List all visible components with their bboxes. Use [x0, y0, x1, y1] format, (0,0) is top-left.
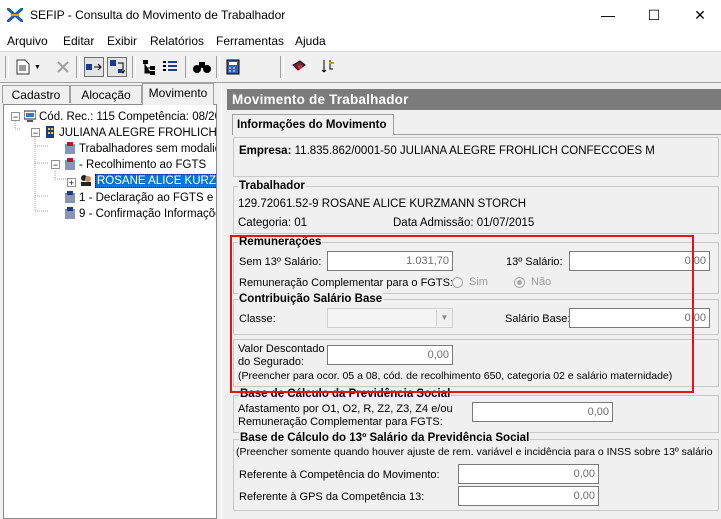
tree-company-label: JULIANA ALEGRE FROHLICH — [59, 127, 217, 139]
toolbar-separator — [132, 56, 136, 78]
minimize-button[interactable]: — — [585, 0, 631, 31]
move-right-icon[interactable] — [84, 57, 104, 77]
toolbar: ▼ — [0, 52, 721, 83]
expand-icon[interactable]: + — [67, 178, 76, 188]
binoculars-icon[interactable] — [192, 57, 212, 77]
menu-relatorios[interactable]: Relatórios — [150, 34, 204, 48]
toolbar-separator — [280, 56, 284, 78]
base-13-note: (Preencher somente quando houver ajuste … — [236, 446, 713, 458]
folder-book-icon — [65, 191, 75, 203]
computer-icon — [24, 110, 36, 122]
afastamento-label-1: Afastamento por O1, O2, R, Z2, Z3, Z4 e/… — [238, 403, 453, 415]
window-title: SEFIP - Consulta do Movimento de Trabalh… — [30, 8, 286, 22]
calculator-icon[interactable] — [223, 57, 243, 77]
ref-competencia-label: Referente à Competência do Movimento: — [239, 469, 440, 481]
toolbar-separator — [5, 56, 9, 78]
tree-selected-worker-item[interactable]: ROSANE ALICE KURZ — [80, 174, 216, 188]
tree-confirmacao-item[interactable]: 9 - Confirmação Informaçõe — [64, 207, 217, 221]
new-doc-icon[interactable] — [13, 57, 33, 77]
base-13-title: Base de Cálculo do 13º Salário da Previd… — [239, 432, 531, 444]
move-down-icon[interactable] — [107, 57, 127, 77]
tree-company-item[interactable]: JULIANA ALEGRE FROHLICH — [44, 126, 217, 140]
menu-bar: Arquivo Editar Exibir Relatórios Ferrame… — [0, 31, 721, 52]
tab-alocacao[interactable]: Alocação — [70, 85, 142, 103]
book-icon[interactable] — [289, 57, 309, 77]
trabalhador-value: 129.72061.52-9 ROSANE ALICE KURZMANN STO… — [238, 198, 527, 210]
toolbar-separator — [185, 56, 189, 78]
tree-root-label: Cód. Rec.: 115 Competência: 08/20 — [39, 111, 217, 123]
tab-baseline — [394, 134, 721, 135]
toolbar-separator — [76, 56, 80, 78]
ref-gps-field[interactable]: 0,00 — [458, 486, 599, 506]
afastamento-field[interactable]: 0,00 — [472, 402, 613, 422]
data-admissao-text: Data Admissão: 01/07/2015 — [393, 217, 535, 229]
menu-ferramentas[interactable]: Ferramentas — [216, 34, 284, 48]
movement-tree: − Cód. Rec.: 115 Competência: 08/20 − JU… — [3, 104, 217, 519]
empresa-label: Empresa: — [239, 145, 292, 157]
dropdown-arrow-icon[interactable]: ▼ — [34, 64, 41, 71]
trabalhador-title: Trabalhador — [238, 180, 306, 192]
menu-exibir[interactable]: Exibir — [107, 34, 137, 48]
tree-recolhimento-item[interactable]: - Recolhimento ao FGTS — [64, 158, 206, 172]
tree-declaracao-item[interactable]: 1 - Declaração ao FGTS e . — [64, 191, 217, 205]
delete-icon[interactable] — [53, 57, 73, 77]
ref-competencia-field[interactable]: 0,00 — [458, 464, 599, 484]
tree-root-item[interactable]: Cód. Rec.: 115 Competência: 08/20 — [24, 110, 217, 124]
tab-cadastro[interactable]: Cadastro — [2, 85, 70, 103]
menu-editar[interactable]: Editar — [63, 34, 94, 48]
tree-selected-worker-label: ROSANE ALICE KURZ — [95, 174, 216, 188]
building-icon — [46, 126, 54, 138]
folder-book-icon — [65, 158, 75, 170]
tab-informacoes-movimento[interactable]: Informações do Movimento — [232, 114, 394, 135]
toolbar-separator — [216, 56, 220, 78]
folder-book-icon — [65, 142, 75, 154]
people-icon — [81, 175, 91, 186]
sefip-app-icon — [7, 8, 23, 22]
collapse-icon[interactable]: − — [11, 112, 20, 122]
ref-gps-label: Referente à GPS da Competência 13: — [239, 491, 425, 503]
menu-arquivo[interactable]: Arquivo — [7, 34, 48, 48]
tab-movimento[interactable]: Movimento — [142, 83, 214, 105]
categoria-text: Categoria: 01 — [238, 217, 308, 229]
tree-recolhimento-label: - Recolhimento ao FGTS — [79, 159, 207, 171]
empresa-row: Empresa: 11.835.862/0001-50 JULIANA ALEG… — [239, 145, 655, 157]
highlight-rectangle — [230, 235, 694, 393]
tree-declaracao-label: 1 - Declaração ao FGTS e . — [79, 192, 217, 204]
collapse-icon[interactable]: − — [31, 128, 40, 138]
empresa-value: 11.835.862/0001-50 JULIANA ALEGRE FROHLI… — [294, 145, 655, 157]
tree-confirmacao-label: 9 - Confirmação Informaçõe — [79, 208, 217, 220]
maximize-button[interactable]: ☐ — [631, 0, 677, 31]
collapse-icon[interactable]: − — [51, 160, 60, 170]
import-icon[interactable] — [318, 57, 338, 77]
afastamento-label-2: Remuneração Complementar para FGTS: — [238, 416, 443, 428]
empresa-box — [233, 137, 719, 177]
close-button[interactable]: ✕ — [677, 0, 721, 31]
list-icon[interactable] — [160, 57, 180, 77]
menu-ajuda[interactable]: Ajuda — [295, 34, 326, 48]
tree-workers-without-label: Trabalhadores sem modalid — [79, 143, 217, 155]
folder-book-icon — [65, 207, 75, 219]
panel-header-title: Movimento de Trabalhador — [232, 92, 409, 107]
tree-icon[interactable] — [139, 57, 159, 77]
tree-workers-without-item[interactable]: Trabalhadores sem modalid — [64, 142, 217, 156]
title-bar: SEFIP - Consulta do Movimento de Trabalh… — [0, 0, 721, 31]
